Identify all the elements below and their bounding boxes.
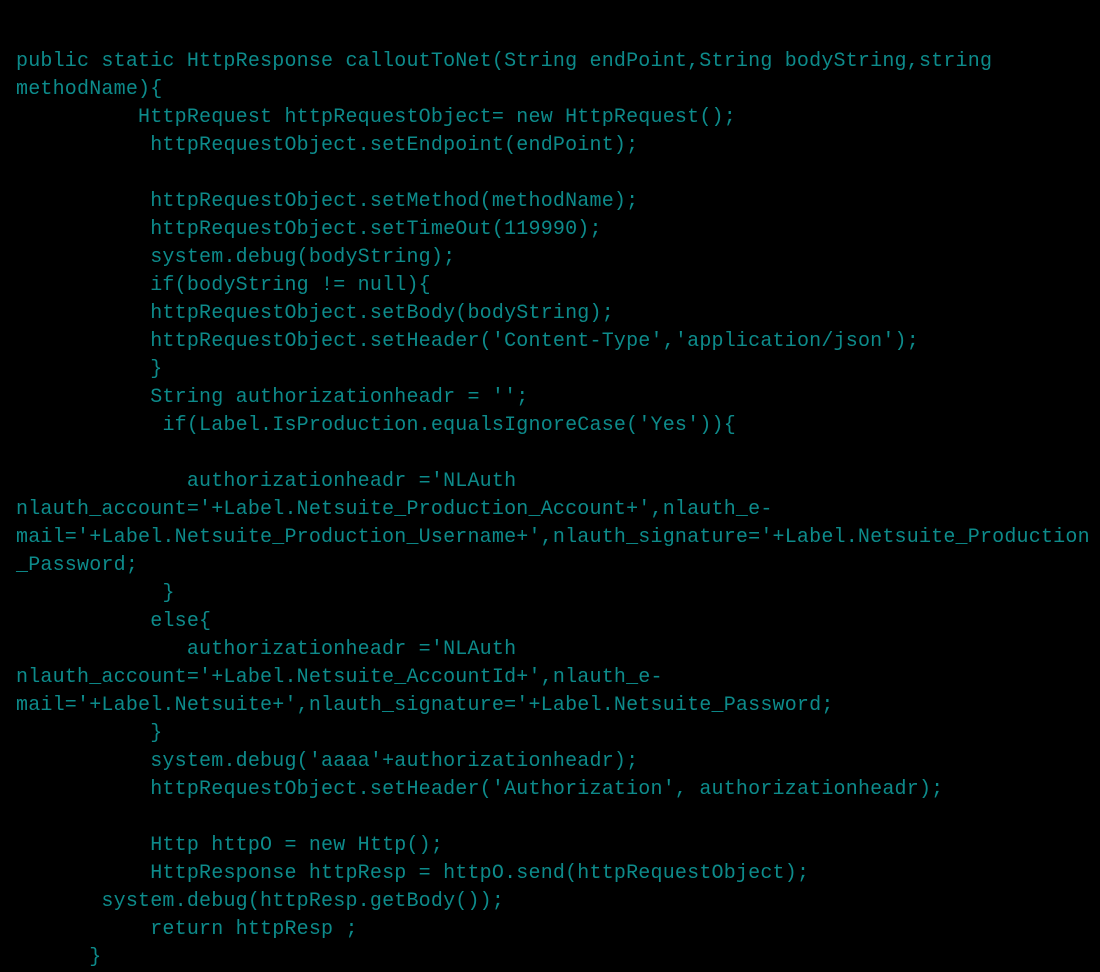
code-block: public static HttpResponse calloutToNet(… [16, 48, 1100, 972]
